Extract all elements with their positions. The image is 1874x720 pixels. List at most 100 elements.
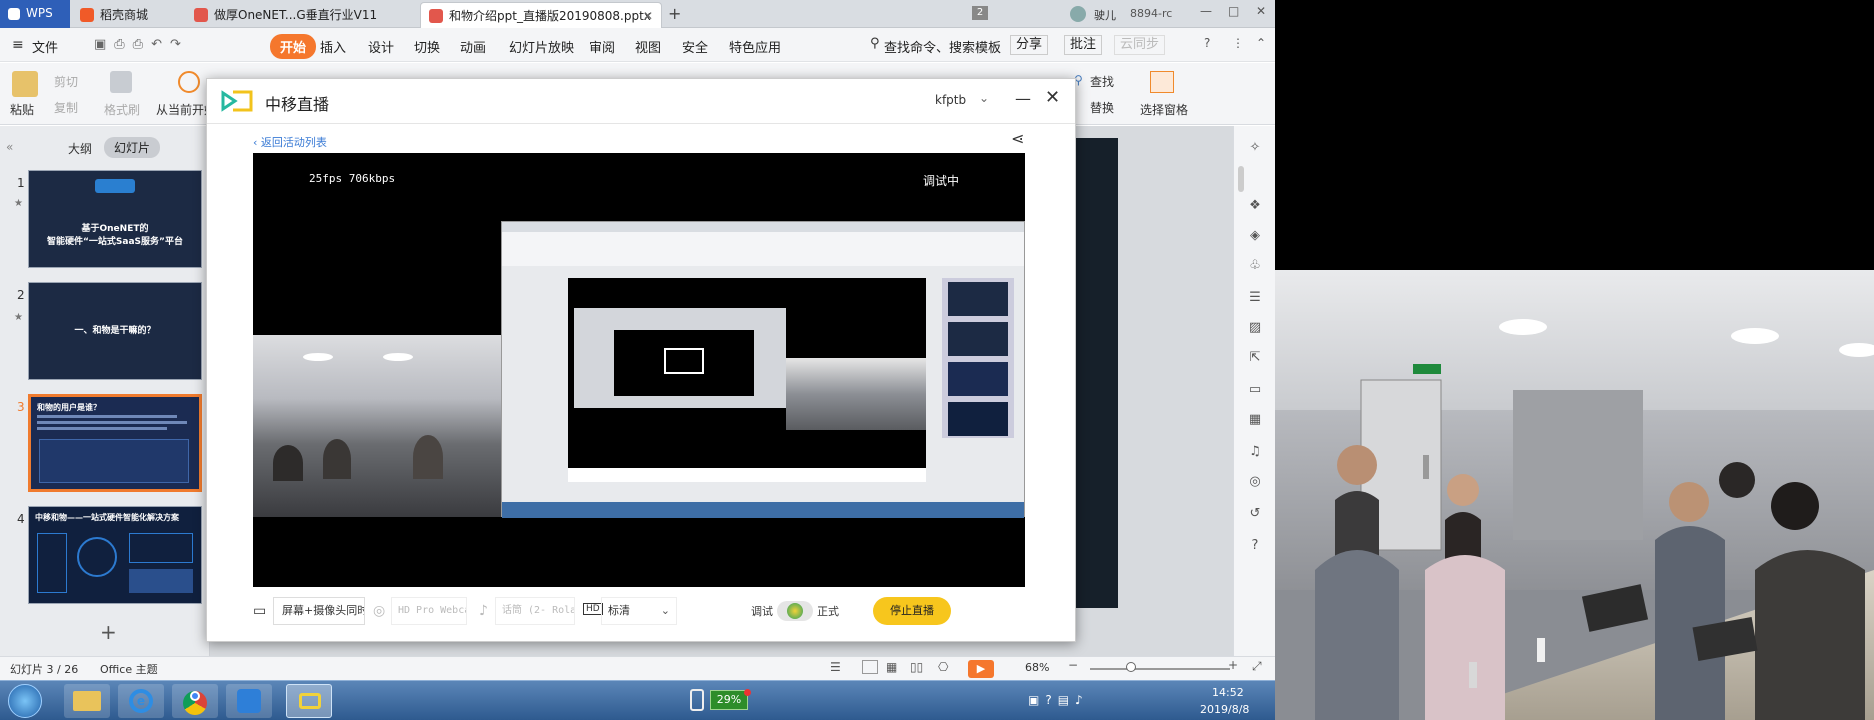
menu-start[interactable]: 开始 xyxy=(270,34,317,59)
zoom-in-icon[interactable]: + xyxy=(1228,658,1238,672)
close-tab-icon[interactable]: ✕ xyxy=(643,3,653,28)
menu-animation[interactable]: 动画 xyxy=(460,37,486,56)
stop-live-button[interactable]: 停止直播 xyxy=(873,597,951,625)
paste-button[interactable]: 粘贴 xyxy=(10,101,34,118)
animation-icon[interactable]: ✧ xyxy=(1246,140,1264,156)
dialog-user[interactable]: kfptb xyxy=(935,93,966,107)
hd-icon: HD xyxy=(583,603,603,615)
meeting-room-scene xyxy=(1275,270,1874,720)
reading-view-icon[interactable]: ▯▯ xyxy=(910,660,923,674)
normal-view-icon[interactable] xyxy=(862,660,878,674)
share-button[interactable]: 分享 xyxy=(1010,35,1049,55)
battery-indicator[interactable]: 29% xyxy=(710,690,748,710)
tab-doc-active[interactable]: 和物介绍ppt_直播版20190808.pptx ✕ xyxy=(420,2,662,28)
paste-icon[interactable] xyxy=(12,71,38,97)
format-painter-button[interactable]: 格式刷 xyxy=(104,101,140,118)
menu-security[interactable]: 安全 xyxy=(682,37,708,56)
replace-button[interactable]: 替换 xyxy=(1090,99,1114,116)
comment-button[interactable]: 批注 xyxy=(1064,35,1103,55)
mic-select[interactable]: 话筒 (2- Rolan xyxy=(495,597,575,625)
back-link[interactable]: ‹ 返回活动列表 xyxy=(253,134,327,150)
minimize-icon[interactable]: — xyxy=(1200,4,1212,18)
menu-insert[interactable]: 插入 xyxy=(320,37,346,56)
zoom-level[interactable]: 68% xyxy=(1025,661,1049,674)
menu-file[interactable]: 文件 xyxy=(32,37,58,56)
tab-doc-onenet[interactable]: 做厚OneNET...G垂直行业V11 xyxy=(186,2,418,28)
history-icon[interactable]: ↺ xyxy=(1246,506,1264,522)
tab-docer-store[interactable]: 稻壳商城 xyxy=(72,2,184,28)
antivirus-icon[interactable] xyxy=(690,689,704,711)
tab-slides[interactable]: 幻灯片 xyxy=(104,137,161,158)
tray-icons[interactable]: ▣?▤♪ xyxy=(1028,693,1089,707)
paint-icon[interactable]: ♧ xyxy=(1246,258,1264,274)
play-slideshow-button[interactable]: ▶ xyxy=(968,660,994,678)
find-button[interactable]: 查找 xyxy=(1090,73,1114,90)
sorter-view-icon[interactable]: ▦ xyxy=(886,660,897,674)
notes-icon[interactable]: ☰ xyxy=(830,660,841,674)
quality-select[interactable]: 标清 ⌄ xyxy=(601,597,677,625)
location-icon[interactable]: ◎ xyxy=(1246,474,1264,490)
tab-outline[interactable]: 大纲 xyxy=(68,140,92,157)
menu-view[interactable]: 视图 xyxy=(635,37,661,56)
collapse-ribbon-icon[interactable]: ⌃ xyxy=(1256,36,1266,50)
menu-review[interactable]: 审阅 xyxy=(589,37,615,56)
add-slide-button[interactable]: + xyxy=(100,620,117,644)
avatar[interactable] xyxy=(1070,6,1086,22)
zoom-slider[interactable] xyxy=(1090,668,1230,670)
share-out-icon[interactable]: ⇱ xyxy=(1246,350,1264,366)
source-select[interactable]: 屏幕+摄像头同时直 xyxy=(273,597,365,625)
format-painter-icon[interactable] xyxy=(110,71,132,93)
wps-taskbar-icon[interactable] xyxy=(226,684,272,718)
explorer-taskbar-icon[interactable] xyxy=(64,684,110,718)
menu-slideshow[interactable]: 幻灯片放映 xyxy=(509,37,574,56)
select-pane-icon[interactable] xyxy=(1150,71,1174,93)
menu-transition[interactable]: 切换 xyxy=(414,37,440,56)
help-circle-icon[interactable]: ? xyxy=(1246,538,1264,554)
fill-icon[interactable]: ◈ xyxy=(1246,228,1264,244)
chrome-taskbar-icon[interactable] xyxy=(172,684,218,718)
nested-video-frame xyxy=(664,348,704,374)
fit-window-icon[interactable]: ⤢ xyxy=(1252,659,1262,674)
slideshow-settings-icon[interactable]: ⎔ xyxy=(938,660,948,674)
zoom-slider-thumb[interactable] xyxy=(1126,662,1136,672)
slide-thumb-2[interactable]: 一、和物是干嘛的？ xyxy=(28,282,202,380)
start-button[interactable] xyxy=(8,684,42,718)
mode-toggle[interactable] xyxy=(777,601,813,621)
new-tab-icon[interactable]: + xyxy=(668,4,681,23)
audio-icon[interactable]: ♫ xyxy=(1246,444,1264,460)
tab-wps[interactable]: WPS xyxy=(0,0,70,28)
quick-access-icons[interactable]: ▣⎙⎙↶↷ xyxy=(94,37,189,52)
select-pane-button[interactable]: 选择窗格 xyxy=(1140,101,1188,118)
minimize-icon[interactable]: — xyxy=(1015,89,1031,108)
search-icon[interactable]: ⚲ xyxy=(870,36,880,51)
cloud-sync-button[interactable]: 云同步 xyxy=(1114,35,1166,55)
copy-button[interactable]: 复制 xyxy=(54,99,78,116)
scroll-thumb[interactable] xyxy=(1238,166,1264,192)
slide-thumb-4[interactable]: 中移和物——一站式硬件智能化解决方案 xyxy=(28,506,202,604)
close-icon[interactable]: ✕ xyxy=(1045,87,1060,108)
menu-features[interactable]: 特色应用 xyxy=(729,37,781,56)
zoom-out-icon[interactable]: − xyxy=(1068,658,1078,672)
ie-taskbar-icon[interactable]: e xyxy=(118,684,164,718)
command-search[interactable]: 查找命令、搜索模板 xyxy=(884,37,1001,56)
help-icon[interactable]: ? xyxy=(1204,36,1210,50)
maximize-icon[interactable]: □ xyxy=(1228,4,1239,18)
shape-icon[interactable]: ❖ xyxy=(1246,198,1264,214)
menu-design[interactable]: 设计 xyxy=(368,37,394,56)
slide-thumb-1[interactable]: 基于OneNET的 智能硬件“一站式SaaS服务”平台 xyxy=(28,170,202,268)
hamburger-icon[interactable]: ≡ xyxy=(12,37,24,53)
more-icon[interactable]: ⋮ xyxy=(1232,36,1244,50)
image-icon[interactable]: ▦ xyxy=(1246,412,1264,428)
cut-button[interactable]: 剪切 xyxy=(54,73,78,90)
camera-select[interactable]: HD Pro Webcam xyxy=(391,597,467,625)
collapse-panel-icon[interactable]: « xyxy=(6,140,13,154)
settings-sliders-icon[interactable]: ☰ xyxy=(1246,290,1264,306)
chevron-down-icon[interactable]: ⌄ xyxy=(979,91,989,105)
close-window-icon[interactable]: ✕ xyxy=(1256,4,1266,18)
slide-thumb-3[interactable]: 和物的用户是谁？ xyxy=(28,394,202,492)
frame-icon[interactable]: ▭ xyxy=(1246,382,1264,398)
picture-icon[interactable]: ▨ xyxy=(1246,320,1264,336)
share-icon[interactable]: ⋖ xyxy=(1011,129,1024,148)
play-from-current-icon[interactable] xyxy=(178,71,200,93)
live-app-taskbar-icon[interactable] xyxy=(286,684,332,718)
